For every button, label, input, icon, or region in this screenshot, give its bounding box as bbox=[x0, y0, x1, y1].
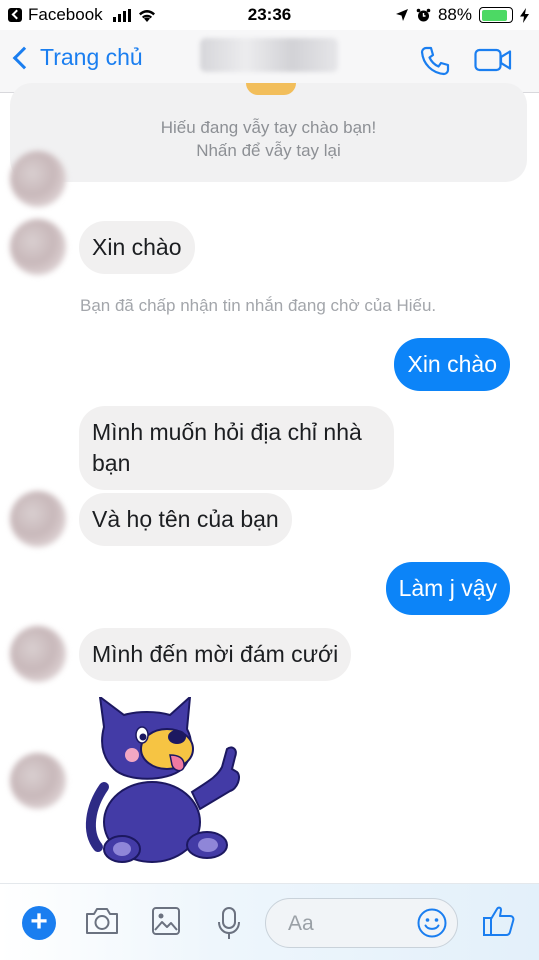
status-bar: Facebook 23:36 88% bbox=[0, 0, 539, 30]
location-arrow-icon bbox=[395, 9, 408, 21]
composer-bar: + Aa bbox=[0, 883, 539, 960]
battery-icon bbox=[479, 7, 513, 23]
message-input-placeholder[interactable]: Aa bbox=[288, 912, 314, 936]
dog-thumbs-up-sticker[interactable] bbox=[82, 697, 242, 867]
message-bubble-incoming[interactable]: Mình đến mời đám cưới bbox=[79, 628, 352, 681]
back-button[interactable]: Trang chủ bbox=[10, 44, 143, 71]
avatar[interactable] bbox=[10, 626, 66, 682]
system-note: Bạn đã chấp nhận tin nhắn đang chờ của H… bbox=[80, 296, 437, 315]
battery-level-fill bbox=[481, 9, 508, 21]
plus-icon[interactable]: + bbox=[22, 906, 56, 940]
message-list[interactable]: Hiếu đang vẫy tay chào bạn! Nhấn để vẫy … bbox=[0, 83, 539, 883]
contact-name-blurred[interactable] bbox=[200, 38, 338, 72]
thumbs-up-icon[interactable] bbox=[482, 904, 516, 938]
avatar[interactable] bbox=[10, 219, 66, 275]
charging-bolt-icon bbox=[520, 7, 529, 23]
phone-icon[interactable] bbox=[419, 45, 451, 77]
emoji-icon[interactable] bbox=[416, 907, 448, 939]
message-bubble-incoming[interactable]: Mình muốn hỏi địa chỉ nhà bạn bbox=[79, 406, 394, 490]
wave-back-hint[interactable]: Nhấn để vẫy tay lại bbox=[10, 141, 527, 161]
message-input[interactable]: Aa bbox=[265, 898, 458, 948]
gallery-icon[interactable] bbox=[151, 906, 181, 936]
waving-hand-emoji bbox=[246, 83, 296, 95]
message-bubble-outgoing[interactable]: Xin chào bbox=[394, 338, 510, 391]
avatar[interactable] bbox=[10, 491, 66, 547]
message-bubble-incoming[interactable]: Xin chào bbox=[79, 221, 195, 274]
camera-icon[interactable] bbox=[84, 906, 120, 936]
battery-percent: 88% bbox=[437, 5, 472, 24]
wave-card-text: Hiếu đang vẫy tay chào bạn! bbox=[160, 118, 377, 137]
message-bubble-outgoing[interactable]: Làm j vậy bbox=[385, 562, 510, 615]
message-bubble-incoming[interactable]: Và họ tên của bạn bbox=[79, 493, 292, 546]
back-button-label: Trang chủ bbox=[40, 44, 143, 70]
wave-card[interactable]: Hiếu đang vẫy tay chào bạn! Nhấn để vẫy … bbox=[10, 83, 527, 182]
chevron-left-icon bbox=[12, 46, 36, 69]
status-right: 88% bbox=[395, 5, 529, 25]
video-camera-icon[interactable] bbox=[474, 48, 512, 72]
avatar[interactable] bbox=[10, 753, 66, 809]
avatar[interactable] bbox=[10, 151, 66, 207]
microphone-icon[interactable] bbox=[216, 906, 242, 942]
alarm-icon bbox=[416, 8, 431, 21]
